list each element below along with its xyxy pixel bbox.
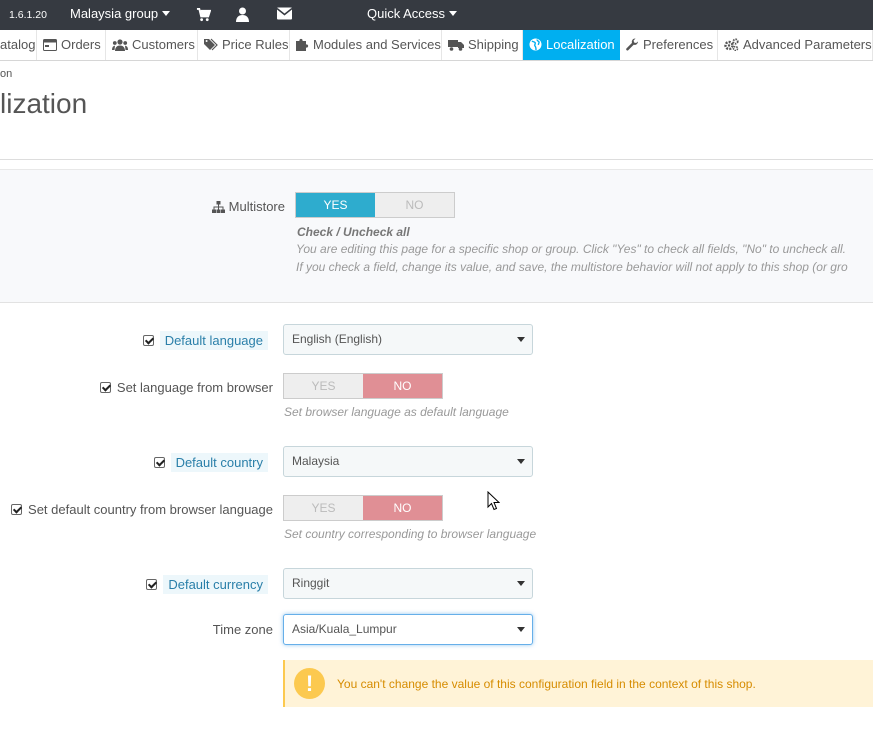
shop-selector[interactable]: Malaysia group <box>70 6 171 21</box>
set-language-browser-label: Set language from browser <box>99 380 273 395</box>
cart-icon[interactable] <box>196 7 212 23</box>
set-country-browser-no-option[interactable]: NO <box>363 496 442 520</box>
tab-shipping[interactable]: Shipping <box>442 30 523 60</box>
wrench-icon <box>626 38 639 51</box>
tab-label: Localization <box>546 37 615 52</box>
set-language-browser-checkbox[interactable] <box>99 382 111 393</box>
multistore-help-text: You are editing this page for a specific… <box>296 242 846 256</box>
default-country-checkbox[interactable] <box>153 457 165 468</box>
tab-label: Preferences <box>643 37 714 52</box>
tab-localization[interactable]: Localization <box>523 30 620 60</box>
caret-down-icon <box>517 337 525 342</box>
default-currency-label: Default currency <box>146 575 268 594</box>
tab-label: atalog <box>0 37 36 52</box>
set-country-browser-yes-option[interactable]: YES <box>284 496 363 520</box>
chevron-down-icon <box>162 11 171 16</box>
set-country-browser-label: Set default country from browser languag… <box>11 502 273 517</box>
default-currency-select[interactable]: Ringgit <box>283 568 533 599</box>
sitemap-icon <box>211 201 225 213</box>
caret-down-icon <box>517 581 525 586</box>
set-language-browser-yes-option[interactable]: YES <box>284 374 363 398</box>
multistore-no-option[interactable]: NO <box>375 193 454 217</box>
multistore-label-text: Multistore <box>228 199 285 214</box>
default-country-select[interactable]: Malaysia <box>283 446 533 477</box>
set-country-browser-checkbox[interactable] <box>11 504 23 515</box>
customers-icon <box>112 39 128 51</box>
default-currency-checkbox[interactable] <box>146 579 158 590</box>
tab-price-rules[interactable]: Price Rules <box>198 30 290 60</box>
default-language-label: Default language <box>142 331 268 350</box>
check-uncheck-all-title: Check / Uncheck all <box>297 225 410 239</box>
tab-catalog[interactable]: atalog <box>0 30 37 60</box>
set-language-browser-label-text: Set language from browser <box>116 380 273 395</box>
user-icon[interactable] <box>236 7 252 23</box>
tab-orders[interactable]: Orders <box>37 30 106 60</box>
quick-access-label: Quick Access <box>367 6 446 21</box>
divider <box>0 159 873 160</box>
tab-preferences[interactable]: Preferences <box>620 30 718 60</box>
time-zone-select[interactable]: Asia/Kuala_Lumpur <box>283 614 533 645</box>
multistore-switch[interactable]: YES NO <box>295 192 455 218</box>
default-language-select[interactable]: English (English) <box>283 324 533 355</box>
quick-access-menu[interactable]: Quick Access <box>367 6 458 21</box>
warning-alert: ! You can't change the value of this con… <box>283 660 873 707</box>
tab-modules[interactable]: Modules and Services <box>290 30 442 60</box>
multistore-panel: Multistore YES NO Check / Uncheck all Yo… <box>0 169 873 303</box>
multistore-help-text-2: If you check a field, change its value, … <box>296 260 848 274</box>
default-country-label: Default country <box>153 453 268 472</box>
default-language-value: English (English) <box>292 332 383 346</box>
default-currency-label-text: Default currency <box>163 575 268 594</box>
time-zone-label: Time zone <box>212 622 273 637</box>
chevron-down-icon <box>449 11 458 16</box>
default-country-label-text: Default country <box>170 453 268 472</box>
orders-icon <box>43 39 57 51</box>
default-currency-value: Ringgit <box>292 576 330 590</box>
set-country-browser-label-text: Set default country from browser languag… <box>28 502 273 517</box>
top-header: 1.6.1.20 Malaysia group Quick Access <box>0 0 873 30</box>
set-language-browser-no-option[interactable]: NO <box>363 374 442 398</box>
multistore-label: Multistore <box>211 199 285 214</box>
tab-label: Price Rules <box>222 37 289 52</box>
warning-icon: ! <box>294 668 325 699</box>
globe-icon <box>529 38 542 51</box>
tab-advanced-parameters[interactable]: Advanced Parameters <box>718 30 873 60</box>
default-language-label-text: Default language <box>159 331 268 350</box>
breadcrumb[interactable]: on <box>0 68 12 80</box>
cogs-icon <box>724 38 739 52</box>
default-country-value: Malaysia <box>292 454 340 468</box>
set-country-browser-help: Set country corresponding to browser lan… <box>284 527 537 541</box>
tab-customers[interactable]: Customers <box>106 30 198 60</box>
tags-icon <box>204 38 218 51</box>
mouse-cursor-icon <box>487 490 501 514</box>
multistore-yes-option[interactable]: YES <box>296 193 375 217</box>
time-zone-value: Asia/Kuala_Lumpur <box>292 622 397 636</box>
envelope-icon[interactable] <box>276 7 293 23</box>
main-nav: atalog Orders Customers Price Rules Modu… <box>0 30 873 61</box>
puzzle-icon <box>296 38 309 51</box>
caret-down-icon <box>517 459 525 464</box>
shop-selector-label: Malaysia group <box>70 6 159 21</box>
truck-icon <box>448 40 464 51</box>
set-country-browser-switch[interactable]: YES NO <box>283 495 443 521</box>
tab-label: Orders <box>61 37 101 52</box>
set-language-browser-switch[interactable]: YES NO <box>283 373 443 399</box>
caret-down-icon <box>517 627 525 632</box>
tab-label: Customers <box>132 37 195 52</box>
warning-text: You can't change the value of this confi… <box>337 677 756 691</box>
default-language-checkbox[interactable] <box>142 335 154 346</box>
tab-label: Modules and Services <box>313 37 441 52</box>
tab-label: Advanced Parameters <box>743 37 872 52</box>
tab-label: Shipping <box>468 37 519 52</box>
set-language-browser-help: Set browser language as default language <box>284 405 509 419</box>
page-title: lization <box>0 88 88 119</box>
version-label: 1.6.1.20 <box>9 9 47 21</box>
